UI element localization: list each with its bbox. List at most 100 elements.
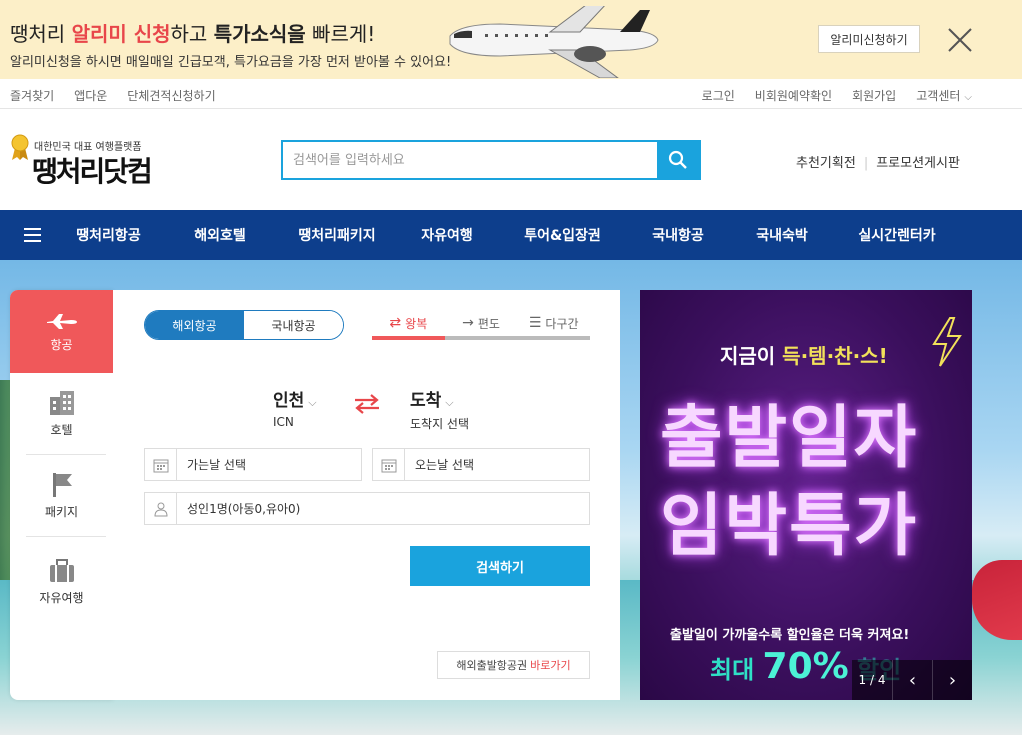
- ad-pager: 1 / 4 ‹ ›: [852, 660, 972, 700]
- route-type-toggle: 해외항공 국내항공: [144, 310, 344, 340]
- signup-link[interactable]: 회원가입: [852, 87, 896, 104]
- promo-title-pre: 땡처리: [10, 22, 72, 46]
- overseas-departure-shortcut[interactable]: 해외출발항공권 바로가기: [437, 651, 590, 679]
- ad-headline-pre: 지금이: [720, 344, 783, 368]
- chevron-down-icon: ⌵: [445, 396, 454, 409]
- group-quote-link[interactable]: 단체견적신청하기: [127, 87, 215, 104]
- login-link[interactable]: 로그인: [702, 87, 735, 104]
- round-trip-label: 왕복: [405, 316, 428, 331]
- departure-code: ICN: [273, 415, 294, 429]
- overseas-flight-toggle[interactable]: 해외항공: [145, 311, 244, 339]
- site-logo[interactable]: 대한민국 대표 여행플랫폼 땡처리닷컴: [10, 132, 180, 194]
- promo-ad-banner[interactable]: 지금이 득·템·찬·스! 출발일자 임박특가 출발일이 가까울수록 할인율은 더…: [640, 290, 972, 700]
- search-input[interactable]: [283, 142, 657, 178]
- header-links: 추천기획전 | 프로모션게시판: [796, 152, 960, 171]
- nav-item-domestic-flights[interactable]: 국내항공: [627, 210, 729, 260]
- calendar-icon: [373, 449, 405, 480]
- passenger-field[interactable]: 성인1명(아동0,유아0): [144, 492, 590, 525]
- tab-flights-label: 항공: [50, 338, 73, 352]
- arrival-selector[interactable]: 도착 ⌵ 도착지 선택: [410, 386, 469, 432]
- close-icon[interactable]: [946, 26, 974, 54]
- depart-date-field[interactable]: 가는날 선택: [144, 448, 362, 481]
- chevron-down-icon: ⌵: [308, 396, 317, 409]
- medal-icon: [11, 134, 29, 160]
- nav-item-packages[interactable]: 땡처리패키지: [278, 210, 396, 260]
- product-tabs: 항공 호텔 패키지 자유여행: [10, 290, 121, 700]
- flight-search-panel: 해외항공 국내항공 ⇄ 왕복 → 편도 ☰ 다구간 인천 ⌵ ICN 도착 ⌵ 도착지 선…: [113, 290, 620, 700]
- return-date-field[interactable]: 오는날 선택: [372, 448, 590, 481]
- app-download-link[interactable]: 앱다운: [74, 87, 107, 104]
- tab-packages-label: 패키지: [44, 504, 79, 519]
- chevron-down-icon: ⌵: [964, 92, 972, 103]
- person-icon: [145, 493, 177, 524]
- lightning-icon: [932, 317, 962, 367]
- logo-wordmark: 땡처리닷컴: [32, 150, 153, 190]
- logo-word-main: 땡처리: [32, 155, 105, 188]
- search-box: [281, 140, 701, 180]
- nav-item-rentcar[interactable]: 실시간렌터카: [835, 210, 959, 260]
- airplane-image: [449, 6, 659, 78]
- menu-icon[interactable]: [24, 228, 41, 242]
- alert-signup-button[interactable]: 알리미신청하기: [818, 25, 920, 53]
- flight-search-button[interactable]: 검색하기: [410, 546, 590, 586]
- promotion-board-link[interactable]: 프로모션게시판: [876, 156, 960, 171]
- return-date-text: 오는날 선택: [415, 458, 475, 472]
- promo-title: 땡처리 알리미 신청하고 특가소식을 빠르게!: [10, 18, 375, 47]
- tab-multi-city[interactable]: ☰ 다구간: [517, 310, 591, 340]
- departure-selector[interactable]: 인천 ⌵ ICN: [273, 386, 317, 429]
- ad-headline-highlight: 득·템·찬·스!: [782, 344, 888, 368]
- ad-max-pre: 최대: [710, 656, 763, 684]
- guest-booking-link[interactable]: 비회원예약확인: [755, 87, 832, 104]
- nav-item-tours[interactable]: 투어&입장권: [498, 210, 627, 260]
- domestic-flight-toggle[interactable]: 국내항공: [244, 311, 343, 339]
- trip-type-tabs: ⇄ 왕복 → 편도 ☰ 다구간: [372, 310, 591, 340]
- tab-flights[interactable]: 항공: [10, 290, 121, 373]
- tab-one-way[interactable]: → 편도: [444, 310, 518, 340]
- bookmark-link[interactable]: 즐겨찾기: [10, 87, 54, 104]
- promo-title-highlight: 알리미 신청: [71, 22, 171, 46]
- tab-free-travel[interactable]: 자유여행: [10, 537, 113, 627]
- arrival-code: 도착지 선택: [410, 417, 470, 431]
- promo-banner: 땡처리 알리미 신청하고 특가소식을 빠르게! 알리미신청을 하시면 매일매일 …: [0, 0, 1022, 79]
- ad-headline: 지금이 득·템·찬·스!: [720, 340, 888, 369]
- shortcut-label: 해외출발항공권: [456, 659, 528, 672]
- nav-item-free-travel[interactable]: 자유여행: [396, 210, 498, 260]
- nav-item-overseas-hotels[interactable]: 해외호텔: [162, 210, 278, 260]
- ad-subtitle: 출발일이 가까울수록 할인율은 더욱 커져요!: [670, 628, 910, 643]
- multi-route-icon: ☰: [528, 315, 542, 331]
- multi-city-label: 다구간: [545, 316, 579, 331]
- divider: |: [863, 156, 869, 171]
- flag-icon: [52, 472, 72, 497]
- utility-bar: 즐겨찾기 앱다운 단체견적신청하기 로그인 비회원예약확인 회원가입 고객센터 ⌵: [0, 79, 1022, 109]
- nav-item-domestic-stays[interactable]: 국내숙박: [729, 210, 835, 260]
- tab-packages[interactable]: 패키지: [10, 455, 113, 535]
- main-nav: 땡처리항공 해외호텔 땡처리패키지 자유여행 투어&입장권 국내항공 국내숙박 …: [0, 210, 1022, 260]
- tab-round-trip[interactable]: ⇄ 왕복: [372, 310, 445, 340]
- ad-title-line2: 임박특가: [660, 487, 919, 566]
- ad-title-line1: 출발일자: [660, 399, 919, 478]
- customer-center-label: 고객센터: [916, 89, 961, 103]
- promo-subtitle: 알리미신청을 하시면 매일매일 긴급모객, 특가요금을 가장 먼저 받아볼 수 …: [10, 55, 452, 70]
- arrival-city: 도착: [410, 391, 442, 411]
- swap-route-icon[interactable]: [353, 393, 381, 415]
- swap-arrows-icon: ⇄: [389, 315, 402, 331]
- promo-title-mid: 하고: [170, 22, 214, 46]
- tab-free-travel-label: 자유여행: [39, 590, 84, 605]
- promo-title-bold: 특가소식을: [213, 22, 306, 46]
- passenger-text: 성인1명(아동0,유아0): [187, 502, 301, 516]
- tab-hotels[interactable]: 호텔: [10, 373, 113, 453]
- nav-item-flights[interactable]: 땡처리항공: [55, 210, 162, 260]
- ad-page-counter: 1 / 4: [852, 660, 892, 700]
- recommended-link[interactable]: 추천기획전: [796, 156, 856, 171]
- search-button[interactable]: [657, 142, 699, 178]
- shortcut-link: 바로가기: [530, 659, 571, 672]
- ad-max-percent: 70%: [762, 646, 849, 687]
- hotel-icon: [49, 390, 74, 415]
- promo-title-post: 빠르게!: [305, 22, 376, 46]
- arrow-right-icon: →: [462, 315, 474, 331]
- next-arrow-icon[interactable]: ›: [932, 660, 972, 700]
- site-header: 대한민국 대표 여행플랫폼 땡처리닷컴 추천기획전 | 프로모션게시판: [0, 110, 1022, 210]
- prev-arrow-icon[interactable]: ‹: [892, 660, 932, 700]
- customer-center-menu[interactable]: 고객센터 ⌵: [916, 87, 972, 104]
- suitcase-icon: [49, 558, 74, 582]
